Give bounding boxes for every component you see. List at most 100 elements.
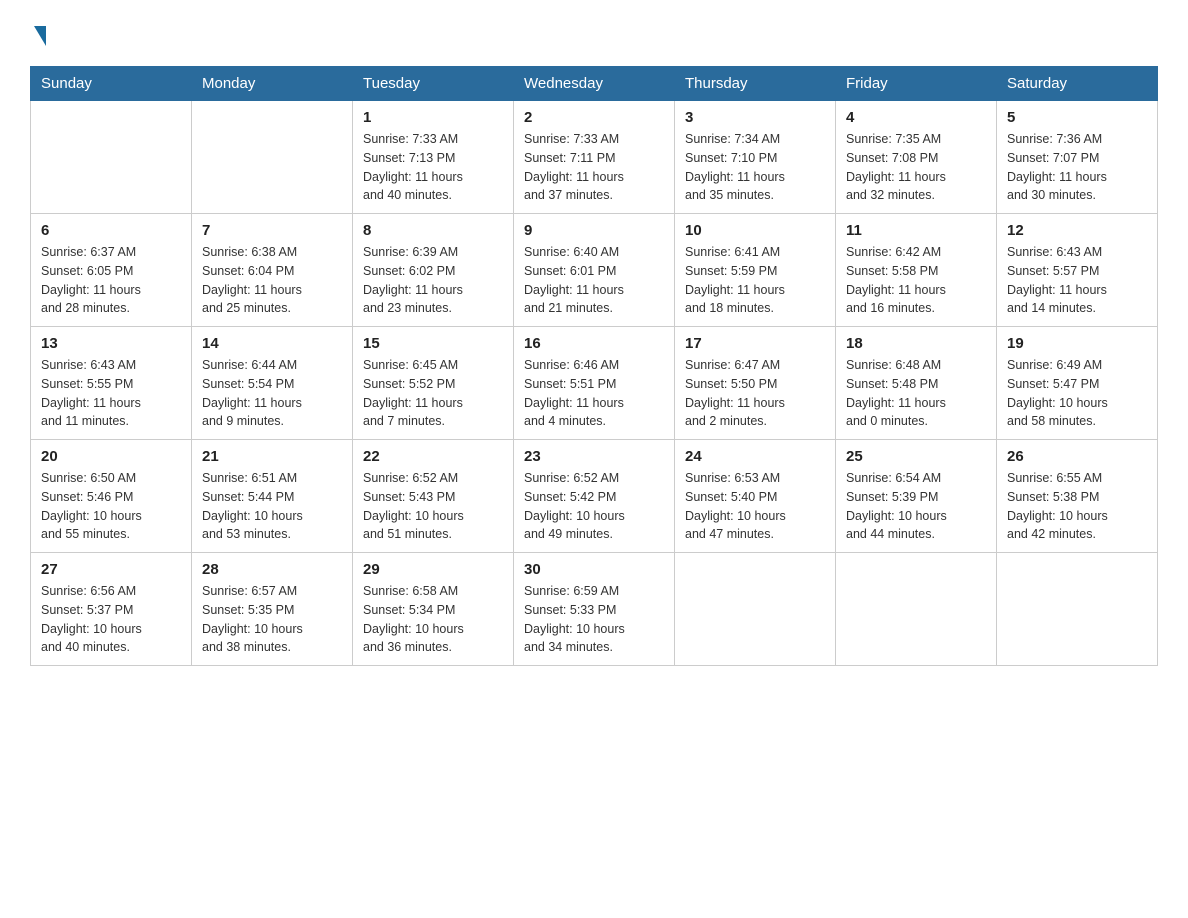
day-info: Sunrise: 7:33 AMSunset: 7:11 PMDaylight:… <box>524 130 664 205</box>
calendar-cell: 7 Sunrise: 6:38 AMSunset: 6:04 PMDaylight… <box>192 214 353 327</box>
day-info: Sunrise: 6:55 AMSunset: 5:38 PMDaylight:… <box>1007 469 1147 544</box>
calendar-week-2: 6 Sunrise: 6:37 AMSunset: 6:05 PMDaylight… <box>31 214 1158 327</box>
logo <box>30 20 46 46</box>
calendar-cell: 20 Sunrise: 6:50 AMSunset: 5:46 PMDayligh… <box>31 440 192 553</box>
calendar-cell: 18Sunrise: 6:48 AMSunset: 5:48 PMDayligh… <box>836 327 997 440</box>
page-header <box>30 20 1158 46</box>
day-number: 10 <box>685 222 825 239</box>
day-info: Sunrise: 6:50 AMSunset: 5:46 PMDaylight:… <box>41 469 181 544</box>
day-number: 24 <box>685 448 825 465</box>
day-info: Sunrise: 6:45 AMSunset: 5:52 PMDaylight:… <box>363 356 503 431</box>
day-info: Sunrise: 6:51 AMSunset: 5:44 PMDaylight:… <box>202 469 342 544</box>
day-info: Sunrise: 6:53 AMSunset: 5:40 PMDaylight:… <box>685 469 825 544</box>
calendar-week-4: 20 Sunrise: 6:50 AMSunset: 5:46 PMDayligh… <box>31 440 1158 553</box>
calendar-cell: 28 Sunrise: 6:57 AMSunset: 5:35 PMDayligh… <box>192 553 353 666</box>
day-info: Sunrise: 6:37 AMSunset: 6:05 PMDaylight:… <box>41 243 181 318</box>
calendar-cell: 24 Sunrise: 6:53 AMSunset: 5:40 PMDayligh… <box>675 440 836 553</box>
day-number: 13 <box>41 335 181 352</box>
calendar-week-5: 27Sunrise: 6:56 AMSunset: 5:37 PMDayligh… <box>31 553 1158 666</box>
header-saturday: Saturday <box>997 67 1158 101</box>
calendar-cell: 27Sunrise: 6:56 AMSunset: 5:37 PMDayligh… <box>31 553 192 666</box>
calendar-cell: 17 Sunrise: 6:47 AMSunset: 5:50 PMDayligh… <box>675 327 836 440</box>
calendar-cell: 30 Sunrise: 6:59 AMSunset: 5:33 PMDayligh… <box>514 553 675 666</box>
calendar-cell: 13 Sunrise: 6:43 AMSunset: 5:55 PMDayligh… <box>31 327 192 440</box>
day-number: 2 <box>524 109 664 126</box>
day-info: Sunrise: 6:57 AMSunset: 5:35 PMDaylight:… <box>202 582 342 657</box>
day-info: Sunrise: 6:44 AMSunset: 5:54 PMDaylight:… <box>202 356 342 431</box>
day-number: 11 <box>846 222 986 239</box>
calendar-cell <box>675 553 836 666</box>
day-number: 20 <box>41 448 181 465</box>
calendar-cell: 5 Sunrise: 7:36 AMSunset: 7:07 PMDaylight… <box>997 101 1158 214</box>
day-info: Sunrise: 7:35 AMSunset: 7:08 PMDaylight:… <box>846 130 986 205</box>
day-number: 7 <box>202 222 342 239</box>
day-number: 26 <box>1007 448 1147 465</box>
calendar-cell: 29Sunrise: 6:58 AMSunset: 5:34 PMDayligh… <box>353 553 514 666</box>
day-number: 14 <box>202 335 342 352</box>
calendar-header-row: SundayMondayTuesdayWednesdayThursdayFrid… <box>31 67 1158 101</box>
day-number: 16 <box>524 335 664 352</box>
calendar-cell: 16 Sunrise: 6:46 AMSunset: 5:51 PMDayligh… <box>514 327 675 440</box>
day-number: 22 <box>363 448 503 465</box>
day-info: Sunrise: 7:33 AMSunset: 7:13 PMDaylight:… <box>363 130 503 205</box>
calendar-cell: 23Sunrise: 6:52 AMSunset: 5:42 PMDayligh… <box>514 440 675 553</box>
day-number: 25 <box>846 448 986 465</box>
day-number: 4 <box>846 109 986 126</box>
calendar-cell: 4 Sunrise: 7:35 AMSunset: 7:08 PMDaylight… <box>836 101 997 214</box>
calendar-week-1: 1 Sunrise: 7:33 AMSunset: 7:13 PMDaylight… <box>31 101 1158 214</box>
day-number: 21 <box>202 448 342 465</box>
calendar-cell: 14 Sunrise: 6:44 AMSunset: 5:54 PMDayligh… <box>192 327 353 440</box>
calendar-cell: 9 Sunrise: 6:40 AMSunset: 6:01 PMDaylight… <box>514 214 675 327</box>
day-info: Sunrise: 6:38 AMSunset: 6:04 PMDaylight:… <box>202 243 342 318</box>
calendar-cell: 8Sunrise: 6:39 AMSunset: 6:02 PMDaylight… <box>353 214 514 327</box>
day-info: Sunrise: 6:47 AMSunset: 5:50 PMDaylight:… <box>685 356 825 431</box>
calendar-week-3: 13 Sunrise: 6:43 AMSunset: 5:55 PMDayligh… <box>31 327 1158 440</box>
day-number: 9 <box>524 222 664 239</box>
day-number: 28 <box>202 561 342 578</box>
header-thursday: Thursday <box>675 67 836 101</box>
day-info: Sunrise: 6:52 AMSunset: 5:42 PMDaylight:… <box>524 469 664 544</box>
day-number: 1 <box>363 109 503 126</box>
header-wednesday: Wednesday <box>514 67 675 101</box>
day-info: Sunrise: 6:54 AMSunset: 5:39 PMDaylight:… <box>846 469 986 544</box>
calendar-cell: 10 Sunrise: 6:41 AMSunset: 5:59 PMDayligh… <box>675 214 836 327</box>
day-number: 18 <box>846 335 986 352</box>
calendar-cell: 21 Sunrise: 6:51 AMSunset: 5:44 PMDayligh… <box>192 440 353 553</box>
calendar-cell: 26 Sunrise: 6:55 AMSunset: 5:38 PMDayligh… <box>997 440 1158 553</box>
header-sunday: Sunday <box>31 67 192 101</box>
logo-arrow-icon <box>34 26 46 46</box>
day-info: Sunrise: 6:49 AMSunset: 5:47 PMDaylight:… <box>1007 356 1147 431</box>
calendar-cell: 19 Sunrise: 6:49 AMSunset: 5:47 PMDayligh… <box>997 327 1158 440</box>
day-info: Sunrise: 6:46 AMSunset: 5:51 PMDaylight:… <box>524 356 664 431</box>
day-number: 27 <box>41 561 181 578</box>
day-info: Sunrise: 6:40 AMSunset: 6:01 PMDaylight:… <box>524 243 664 318</box>
calendar-cell: 15Sunrise: 6:45 AMSunset: 5:52 PMDayligh… <box>353 327 514 440</box>
day-info: Sunrise: 6:58 AMSunset: 5:34 PMDaylight:… <box>363 582 503 657</box>
day-info: Sunrise: 6:43 AMSunset: 5:55 PMDaylight:… <box>41 356 181 431</box>
calendar-cell: 6 Sunrise: 6:37 AMSunset: 6:05 PMDaylight… <box>31 214 192 327</box>
calendar-cell <box>192 101 353 214</box>
calendar-cell <box>31 101 192 214</box>
day-info: Sunrise: 6:59 AMSunset: 5:33 PMDaylight:… <box>524 582 664 657</box>
calendar-table: SundayMondayTuesdayWednesdayThursdayFrid… <box>30 66 1158 666</box>
calendar-cell <box>836 553 997 666</box>
day-info: Sunrise: 6:52 AMSunset: 5:43 PMDaylight:… <box>363 469 503 544</box>
day-info: Sunrise: 6:39 AMSunset: 6:02 PMDaylight:… <box>363 243 503 318</box>
calendar-cell: 12Sunrise: 6:43 AMSunset: 5:57 PMDayligh… <box>997 214 1158 327</box>
header-tuesday: Tuesday <box>353 67 514 101</box>
day-number: 12 <box>1007 222 1147 239</box>
day-number: 5 <box>1007 109 1147 126</box>
calendar-cell: 2 Sunrise: 7:33 AMSunset: 7:11 PMDaylight… <box>514 101 675 214</box>
day-number: 17 <box>685 335 825 352</box>
header-monday: Monday <box>192 67 353 101</box>
day-info: Sunrise: 6:41 AMSunset: 5:59 PMDaylight:… <box>685 243 825 318</box>
calendar-cell: 25 Sunrise: 6:54 AMSunset: 5:39 PMDayligh… <box>836 440 997 553</box>
day-info: Sunrise: 7:36 AMSunset: 7:07 PMDaylight:… <box>1007 130 1147 205</box>
calendar-cell <box>997 553 1158 666</box>
day-number: 19 <box>1007 335 1147 352</box>
day-number: 3 <box>685 109 825 126</box>
day-info: Sunrise: 6:42 AMSunset: 5:58 PMDaylight:… <box>846 243 986 318</box>
day-number: 6 <box>41 222 181 239</box>
calendar-cell: 1 Sunrise: 7:33 AMSunset: 7:13 PMDaylight… <box>353 101 514 214</box>
day-number: 30 <box>524 561 664 578</box>
